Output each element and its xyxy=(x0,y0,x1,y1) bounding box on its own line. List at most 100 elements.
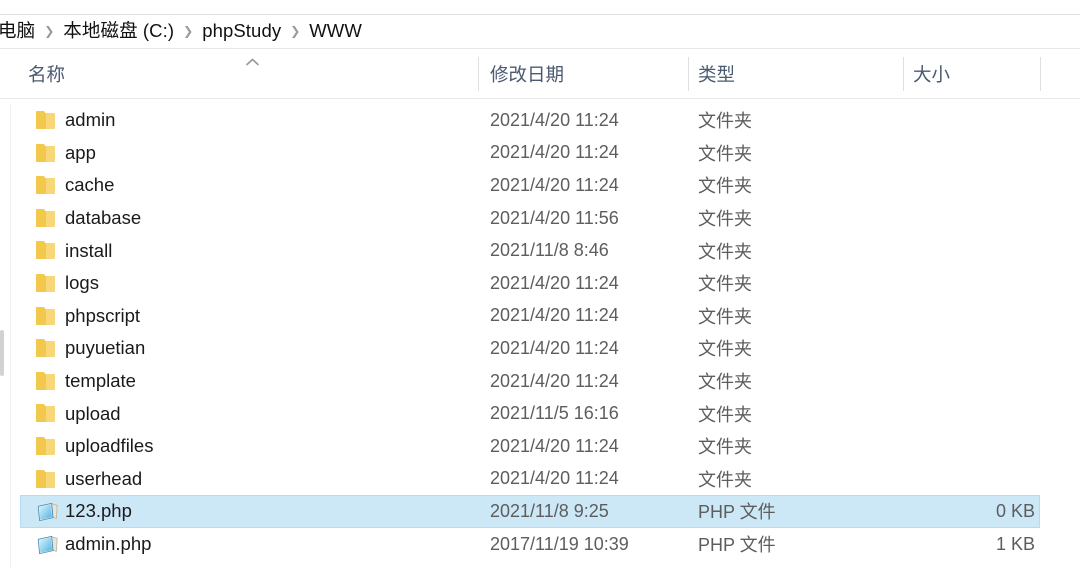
file-list-row[interactable]: template 2021/4/20 11:24 文件夹 xyxy=(0,365,1080,398)
sort-ascending-icon xyxy=(246,58,259,66)
file-list[interactable]: admin 2021/4/20 11:24 文件夹 app 2021/4/20 11:2… xyxy=(0,104,1080,569)
file-icon-cell xyxy=(36,208,58,229)
file-name-cell: phpscript xyxy=(65,304,141,326)
file-list-row[interactable]: 123.php 2021/11/8 9:25 PHP 文件 0 KB xyxy=(0,495,1080,528)
file-type-cell: 文件夹 xyxy=(698,306,752,327)
file-name-cell: app xyxy=(65,141,96,163)
file-icon-cell xyxy=(36,273,58,294)
date-modified-cell: 2021/4/20 11:24 xyxy=(490,109,619,130)
file-icon-cell xyxy=(36,306,58,327)
column-header-row: 名称 修改日期 类型 大小 xyxy=(0,49,1080,98)
date-modified-cell: 2021/4/20 11:24 xyxy=(490,337,619,358)
file-size-cell xyxy=(830,234,1035,267)
file-icon-cell xyxy=(36,436,58,457)
file-size-cell xyxy=(830,430,1035,463)
file-type-cell: 文件夹 xyxy=(698,176,752,197)
file-size-cell xyxy=(830,104,1035,137)
date-modified-cell: 2021/11/8 8:46 xyxy=(490,240,609,261)
column-resize-handle-date-modified[interactable] xyxy=(688,57,689,91)
file-type-cell: 文件夹 xyxy=(698,111,752,132)
file-icon-cell xyxy=(36,143,58,164)
breadcrumb-item-local-disk-c[interactable]: 本地磁盘 (C:) xyxy=(63,22,174,41)
file-size-cell xyxy=(830,137,1035,170)
file-type-cell: 文件夹 xyxy=(698,241,752,262)
file-name-cell: admin.php xyxy=(65,533,152,555)
column-header-name[interactable]: 名称 xyxy=(28,49,65,98)
file-name-cell: logs xyxy=(65,272,99,294)
file-icon-cell xyxy=(36,469,58,490)
file-name-cell: template xyxy=(65,370,136,392)
file-list-row[interactable]: database 2021/4/20 11:56 文件夹 xyxy=(0,202,1080,235)
date-modified-cell: 2021/4/20 11:24 xyxy=(490,142,619,163)
column-resize-handle-type[interactable] xyxy=(903,57,904,91)
breadcrumb-item-computer[interactable]: 电脑 xyxy=(0,22,35,41)
file-type-cell: PHP 文件 xyxy=(698,502,776,523)
file-list-row[interactable]: app 2021/4/20 11:24 文件夹 xyxy=(0,137,1080,170)
file-name-cell: puyuetian xyxy=(65,337,146,359)
column-resize-handle-name[interactable] xyxy=(478,57,479,91)
breadcrumb-separator-icon: ❯ xyxy=(290,23,301,38)
file-size-cell xyxy=(830,267,1035,300)
file-icon-cell xyxy=(36,240,58,261)
file-name-cell: install xyxy=(65,239,113,261)
breadcrumb-item-phpstudy[interactable]: phpStudy xyxy=(202,22,281,41)
date-modified-cell: 2021/4/20 11:24 xyxy=(490,370,619,391)
date-modified-cell: 2021/4/20 11:24 xyxy=(490,174,619,195)
date-modified-cell: 2021/11/8 9:25 xyxy=(490,500,609,521)
column-resize-handle-size[interactable] xyxy=(1040,57,1041,91)
file-name-cell: 123.php xyxy=(65,500,132,522)
file-list-row[interactable]: admin 2021/4/20 11:24 文件夹 xyxy=(0,104,1080,137)
file-icon-cell xyxy=(36,175,58,196)
file-name-cell: admin xyxy=(65,109,116,131)
date-modified-cell: 2021/4/20 11:24 xyxy=(490,468,619,489)
column-header-type[interactable]: 类型 xyxy=(698,49,735,98)
date-modified-cell: 2021/4/20 11:24 xyxy=(490,272,619,293)
php-file-icon xyxy=(36,535,59,560)
file-name-cell: uploadfiles xyxy=(65,435,154,457)
column-header-size[interactable]: 大小 xyxy=(913,49,950,98)
file-list-row[interactable]: userhead 2021/4/20 11:24 文件夹 xyxy=(0,463,1080,496)
file-type-cell: 文件夹 xyxy=(698,274,752,295)
file-icon-cell xyxy=(36,534,58,555)
file-size-cell xyxy=(830,463,1035,496)
file-list-row[interactable]: phpscript 2021/4/20 11:24 文件夹 xyxy=(0,300,1080,333)
file-icon-cell xyxy=(36,403,58,424)
date-modified-cell: 2021/11/5 16:16 xyxy=(490,403,619,424)
file-size-cell: 0 KB xyxy=(995,500,1035,521)
file-icon-cell xyxy=(36,371,58,392)
file-type-cell: 文件夹 xyxy=(698,372,752,393)
file-explorer-window: 电脑 ❯ 本地磁盘 (C:) ❯ phpStudy ❯ WWW 名称 修改日期 … xyxy=(0,0,1080,569)
file-size-cell xyxy=(830,332,1035,365)
file-type-cell: PHP 文件 xyxy=(698,535,776,556)
file-list-row[interactable]: install 2021/11/8 8:46 文件夹 xyxy=(0,234,1080,267)
file-list-row[interactable]: admin.php 2017/11/19 10:39 PHP 文件 1 KB xyxy=(0,528,1080,561)
file-type-cell: 文件夹 xyxy=(698,404,752,425)
date-modified-cell: 2017/11/19 10:39 xyxy=(490,533,629,554)
file-name-cell: upload xyxy=(65,402,121,424)
file-type-cell: 文件夹 xyxy=(698,339,752,360)
file-size-cell xyxy=(830,365,1035,398)
file-size-cell xyxy=(830,169,1035,202)
file-size-cell xyxy=(830,202,1035,235)
file-list-row[interactable]: upload 2021/11/5 16:16 文件夹 xyxy=(0,397,1080,430)
file-size-cell xyxy=(830,300,1035,333)
address-bar[interactable]: 电脑 ❯ 本地磁盘 (C:) ❯ phpStudy ❯ WWW xyxy=(0,15,1080,48)
breadcrumb-item-www[interactable]: WWW xyxy=(309,22,362,41)
date-modified-cell: 2021/4/20 11:24 xyxy=(490,435,619,456)
file-list-row[interactable]: uploadfiles 2021/4/20 11:24 文件夹 xyxy=(0,430,1080,463)
file-type-cell: 文件夹 xyxy=(698,143,752,164)
breadcrumb-separator-icon: ❯ xyxy=(44,23,55,38)
breadcrumb-separator-icon: ❯ xyxy=(183,23,194,38)
file-list-row[interactable]: logs 2021/4/20 11:24 文件夹 xyxy=(0,267,1080,300)
file-size-cell xyxy=(830,397,1035,430)
file-type-cell: 文件夹 xyxy=(698,469,752,490)
file-size-cell: 1 KB xyxy=(995,533,1035,554)
date-modified-cell: 2021/4/20 11:56 xyxy=(490,207,619,228)
file-name-cell: cache xyxy=(65,174,115,196)
column-header-divider xyxy=(0,98,1080,99)
file-icon-cell xyxy=(36,501,58,522)
file-list-row[interactable]: puyuetian 2021/4/20 11:24 文件夹 xyxy=(0,332,1080,365)
column-header-date-modified[interactable]: 修改日期 xyxy=(490,49,564,98)
file-list-row[interactable]: cache 2021/4/20 11:24 文件夹 xyxy=(0,169,1080,202)
file-type-cell: 文件夹 xyxy=(698,437,752,458)
